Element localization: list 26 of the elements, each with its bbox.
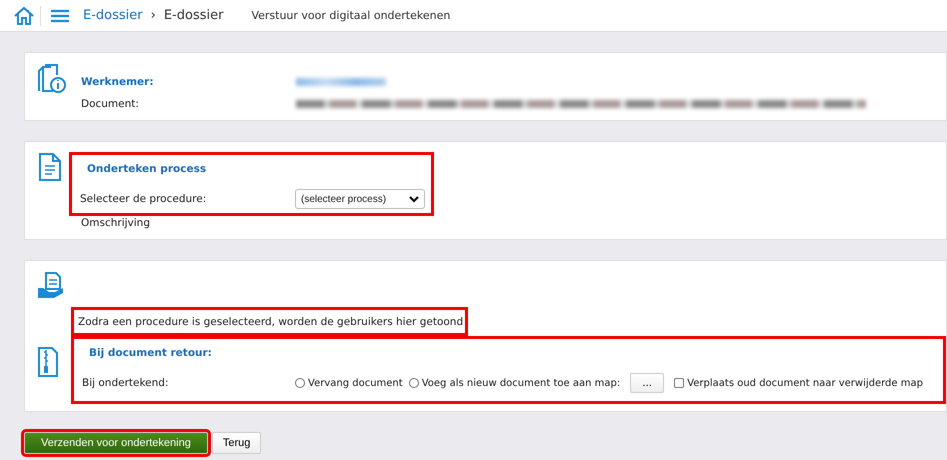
- send-button[interactable]: Verzenden voor ondertekening: [24, 432, 208, 454]
- field-label: Document:: [81, 98, 140, 110]
- menu-icon[interactable]: [50, 8, 70, 22]
- info-message: Zodra een procedure is geselecteerd, worden de gebruikers hier getoond: [78, 316, 464, 328]
- description-label: Omschrijving: [81, 217, 151, 229]
- process-dropdown[interactable]: (selecteer process): [295, 189, 425, 209]
- checkbox-option[interactable]: Verplaats oud document naar verwijderde map: [674, 378, 923, 388]
- page-title: Verstuur voor digitaal ondertekenen: [251, 9, 450, 22]
- field-label: Selecteer de procedure:: [80, 193, 208, 205]
- breadcrumb-link[interactable]: E-dossier: [83, 8, 143, 23]
- breadcrumb-current: E-dossier: [164, 8, 224, 23]
- document-icon: [37, 152, 63, 182]
- radio-option[interactable]: Voeg als nieuw document toe aan map:: [408, 378, 620, 388]
- browse-button[interactable]: ...: [630, 373, 664, 393]
- field-label: Werknemer:: [81, 76, 155, 88]
- document-info-icon: [37, 63, 67, 95]
- home-icon[interactable]: [13, 6, 35, 26]
- zip-file-icon: [37, 346, 59, 378]
- chevron-down-icon: [409, 196, 419, 202]
- field-label: Bij ondertekend:: [82, 377, 170, 389]
- back-button[interactable]: Terug: [212, 432, 262, 454]
- section-title: Onderteken process: [86, 163, 208, 175]
- radio-option[interactable]: Vervang document: [295, 378, 403, 388]
- breadcrumb-separator: ›: [150, 8, 156, 23]
- hand-document-icon: [37, 271, 65, 299]
- section-title: Bij document retour:: [88, 347, 213, 359]
